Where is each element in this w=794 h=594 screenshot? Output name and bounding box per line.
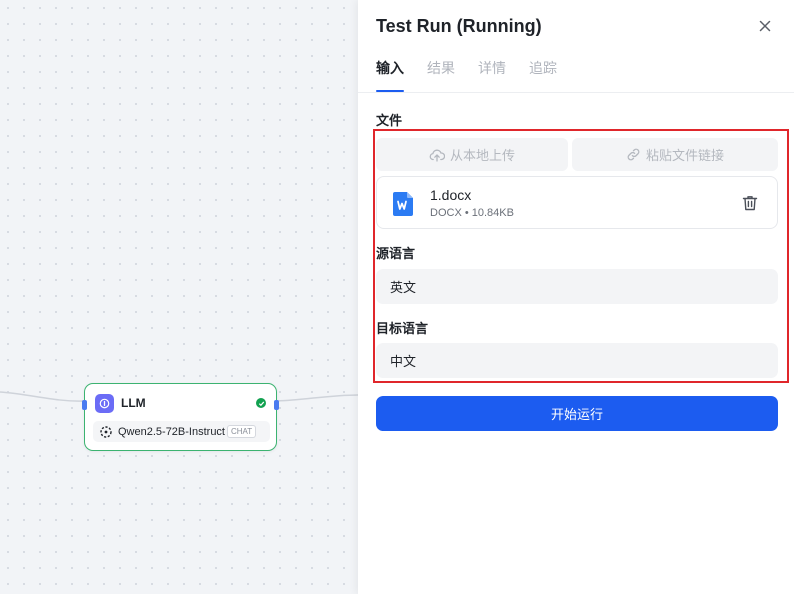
file-section-label: 文件 — [376, 114, 403, 129]
model-name: Qwen2.5-72B-Instruct — [118, 425, 225, 438]
close-icon — [759, 20, 771, 32]
model-type-badge: CHAT — [227, 425, 257, 438]
panel-tabs: 输入 结果 详情 追踪 — [376, 58, 580, 92]
success-check-icon — [256, 398, 266, 408]
tab-details[interactable]: 详情 — [478, 58, 506, 92]
workflow-canvas[interactable]: LLM Qwen2.5-72B-Instruct CHAT — [0, 0, 363, 594]
node-output-handle[interactable] — [274, 400, 279, 410]
tabs-divider — [358, 92, 794, 93]
outgoing-edge — [276, 394, 358, 402]
node-title: LLM — [121, 396, 146, 410]
edge-lines — [0, 391, 358, 402]
input-highlight-frame — [373, 129, 789, 383]
tab-trace[interactable]: 追踪 — [529, 58, 557, 92]
panel-title: Test Run (Running) — [376, 16, 542, 36]
llm-node-icon — [95, 393, 114, 413]
tab-input[interactable]: 输入 — [376, 58, 404, 92]
llm-node[interactable]: LLM Qwen2.5-72B-Instruct CHAT — [82, 383, 279, 451]
tab-result[interactable]: 结果 — [427, 58, 455, 92]
close-button[interactable] — [756, 17, 774, 35]
start-run-button[interactable]: 开始运行 — [376, 396, 778, 431]
test-run-panel: Test Run (Running) 输入 结果 详情 追踪 文件 从本地上传 … — [358, 0, 794, 594]
model-provider-icon — [100, 425, 112, 438]
incoming-edge — [0, 391, 85, 402]
node-header: LLM — [95, 393, 266, 413]
node-model-selector[interactable]: Qwen2.5-72B-Instruct CHAT — [93, 421, 270, 442]
node-input-handle[interactable] — [82, 400, 87, 410]
